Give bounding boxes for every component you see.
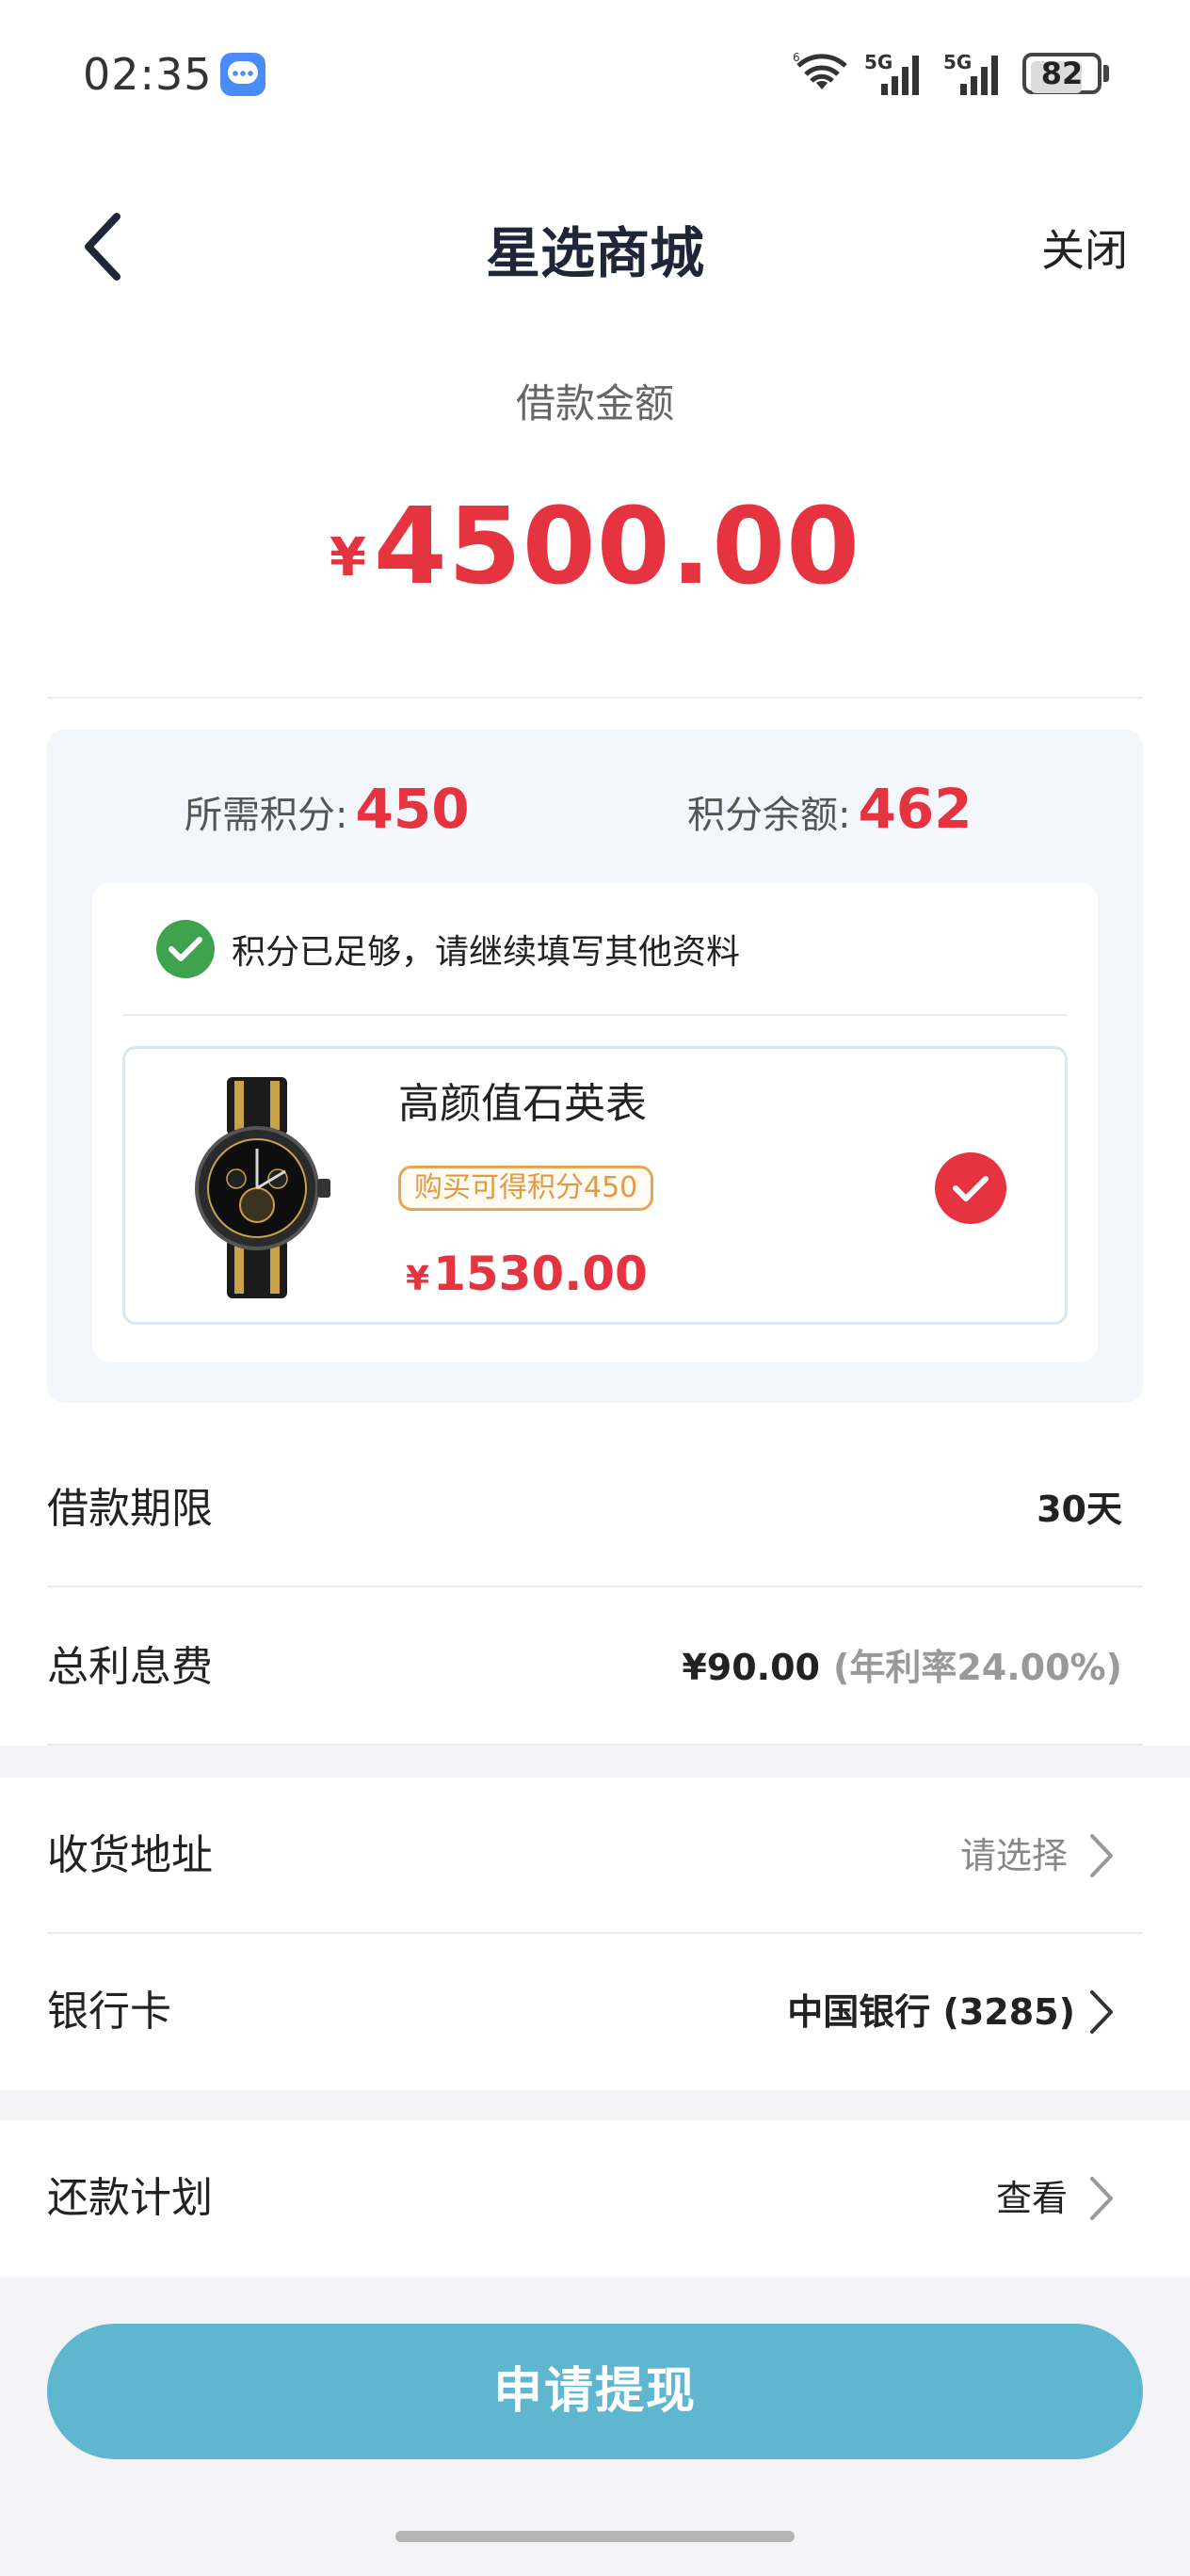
product-item[interactable]: 高颜值石英表 购买可得积分450 ¥1530.00 [122,1046,1068,1325]
status-time: 02:35 [83,49,213,100]
signal-5g-icon-1: 5G [864,51,919,95]
required-points: 所需积分: 450 [185,777,470,841]
page-title: 星选商城 [485,221,704,285]
points-balance-value: 462 [858,777,973,841]
bank-card-row[interactable]: 银行卡 中国银行 (3285) [0,1934,1190,2090]
product-price-value: 1530.00 [433,1247,648,1301]
nav-bar: 星选商城 关闭 [0,188,1190,301]
battery-icon: 82 [1022,53,1109,94]
repayment-plan-label: 还款计划 [47,2174,213,2222]
address-placeholder: 请选择 [959,1835,1068,1876]
chevron-right-icon [1090,1834,1113,1877]
success-check-icon [156,920,215,978]
required-points-label: 所需积分: [185,794,348,837]
selected-check-icon[interactable] [935,1152,1006,1224]
apply-withdraw-button[interactable]: 申请提现 [47,2324,1143,2459]
address-value-group: 请选择 [960,1778,1115,1934]
watch-product-image [195,1077,330,1298]
bank-card-value: 中国银行 (3285) [787,1991,1075,2033]
loan-currency-symbol: ¥ [329,527,366,588]
wifi-icon: 6 [793,51,847,89]
interest-label: 总利息费 [47,1643,213,1691]
home-indicator[interactable] [395,2531,795,2542]
chevron-right-icon [1090,2177,1113,2220]
address-row[interactable]: 收货地址 请选择 [0,1778,1190,1934]
status-bar: 02:35 6 5G 5G 82 [0,0,1190,151]
interest-value-group: ¥90.00 (年利率24.00%) [682,1589,1122,1746]
required-points-value: 450 [355,777,470,841]
loan-amount-value: 4500.00 [373,486,861,608]
repayment-plan-row[interactable]: 还款计划 查看 [0,2120,1190,2277]
bottom-action-area: 申请提现 [0,2277,1190,2576]
interest-row: 总利息费 ¥90.00 (年利率24.00%) [0,1589,1190,1746]
interest-rate: (年利率24.00%) [832,1647,1122,1688]
points-balance-label: 积分余额: [687,794,851,837]
battery-level: 82 [1040,56,1084,91]
chevron-right-icon [1090,1990,1113,2034]
network-label-1: 5G [864,51,892,73]
divider [122,1014,1068,1016]
repayment-plan-view: 查看 [995,2178,1068,2219]
loan-term-row: 借款期限 30天 [0,1431,1190,1587]
section-gap [0,2090,1190,2120]
section-gap [0,1746,1190,1778]
points-status-text: 积分已足够，请继续填写其他资料 [232,933,741,972]
bank-card-value-group: 中国银行 (3285) [787,1934,1115,2090]
interest-value: ¥90.00 [682,1647,820,1688]
bank-card-label: 银行卡 [47,1988,171,2036]
address-label: 收货地址 [47,1831,213,1879]
product-points-tag: 购买可得积分450 [398,1166,654,1211]
repayment-plan-value-group: 查看 [996,2120,1115,2277]
divider [47,697,1143,699]
message-dots [232,71,254,76]
loan-amount: ¥4500.00 [0,486,1190,608]
points-balance: 积分余额: 462 [687,777,973,841]
product-name: 高颜值石英表 [398,1080,647,1128]
divider [47,1586,1143,1587]
product-price: ¥1530.00 [406,1247,648,1301]
svg-text:6: 6 [793,51,800,64]
points-panel: 所需积分: 450 积分余额: 462 积分已足够，请继续填写其他资料 高颜值石… [47,730,1143,1403]
signal-5g-icon-2: 5G [943,51,998,95]
product-currency-symbol: ¥ [406,1260,430,1298]
product-card-container: 积分已足够，请继续填写其他资料 高颜值石英表 购买可得积分450 ¥1530.0… [92,882,1098,1362]
points-status: 积分已足够，请继续填写其他资料 [156,918,740,980]
network-label-2: 5G [943,51,972,73]
loan-amount-label: 借款金额 [515,380,674,427]
loan-term-value: 30天 [1037,1489,1122,1530]
loan-term-label: 借款期限 [47,1485,213,1533]
close-button[interactable]: 关闭 [1041,217,1128,279]
status-icons: 6 5G 5G 82 [793,47,1109,100]
